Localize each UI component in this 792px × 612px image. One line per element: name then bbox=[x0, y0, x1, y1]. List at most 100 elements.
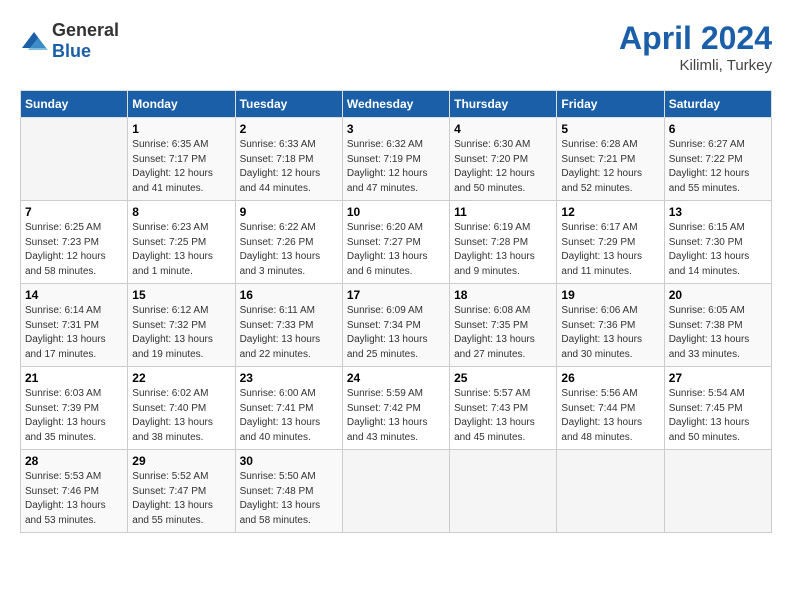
day-header-friday: Friday bbox=[557, 91, 664, 118]
calendar-cell bbox=[557, 450, 664, 533]
calendar-cell: 6 Sunrise: 6:27 AMSunset: 7:22 PMDayligh… bbox=[664, 118, 771, 201]
calendar-cell: 28 Sunrise: 5:53 AMSunset: 7:46 PMDaylig… bbox=[21, 450, 128, 533]
calendar-cell: 26 Sunrise: 5:56 AMSunset: 7:44 PMDaylig… bbox=[557, 367, 664, 450]
calendar-cell: 3 Sunrise: 6:32 AMSunset: 7:19 PMDayligh… bbox=[342, 118, 449, 201]
day-number: 1 bbox=[132, 122, 230, 136]
day-number: 21 bbox=[25, 371, 123, 385]
calendar-week-row: 7 Sunrise: 6:25 AMSunset: 7:23 PMDayligh… bbox=[21, 201, 772, 284]
day-detail: Sunrise: 6:30 AMSunset: 7:20 PMDaylight:… bbox=[454, 138, 552, 196]
calendar-cell: 1 Sunrise: 6:35 AMSunset: 7:17 PMDayligh… bbox=[128, 118, 235, 201]
location: Kilimli, Turkey bbox=[619, 57, 772, 74]
calendar-cell bbox=[21, 118, 128, 201]
day-header-saturday: Saturday bbox=[664, 91, 771, 118]
logo: General Blue bbox=[20, 20, 119, 62]
day-detail: Sunrise: 6:14 AMSunset: 7:31 PMDaylight:… bbox=[25, 304, 123, 362]
day-header-sunday: Sunday bbox=[21, 91, 128, 118]
day-number: 17 bbox=[347, 288, 445, 302]
day-detail: Sunrise: 6:11 AMSunset: 7:33 PMDaylight:… bbox=[240, 304, 338, 362]
day-header-wednesday: Wednesday bbox=[342, 91, 449, 118]
day-detail: Sunrise: 6:15 AMSunset: 7:30 PMDaylight:… bbox=[669, 221, 767, 279]
logo-icon bbox=[20, 30, 48, 52]
calendar-cell: 19 Sunrise: 6:06 AMSunset: 7:36 PMDaylig… bbox=[557, 284, 664, 367]
day-detail: Sunrise: 5:53 AMSunset: 7:46 PMDaylight:… bbox=[25, 470, 123, 528]
month-year: April 2024 bbox=[619, 20, 772, 57]
day-detail: Sunrise: 6:35 AMSunset: 7:17 PMDaylight:… bbox=[132, 138, 230, 196]
calendar-week-row: 21 Sunrise: 6:03 AMSunset: 7:39 PMDaylig… bbox=[21, 367, 772, 450]
calendar-table: SundayMondayTuesdayWednesdayThursdayFrid… bbox=[20, 90, 772, 533]
day-detail: Sunrise: 5:52 AMSunset: 7:47 PMDaylight:… bbox=[132, 470, 230, 528]
day-number: 7 bbox=[25, 205, 123, 219]
day-detail: Sunrise: 5:57 AMSunset: 7:43 PMDaylight:… bbox=[454, 387, 552, 445]
calendar-cell: 29 Sunrise: 5:52 AMSunset: 7:47 PMDaylig… bbox=[128, 450, 235, 533]
day-detail: Sunrise: 6:09 AMSunset: 7:34 PMDaylight:… bbox=[347, 304, 445, 362]
day-header-thursday: Thursday bbox=[450, 91, 557, 118]
day-detail: Sunrise: 6:20 AMSunset: 7:27 PMDaylight:… bbox=[347, 221, 445, 279]
day-detail: Sunrise: 6:17 AMSunset: 7:29 PMDaylight:… bbox=[561, 221, 659, 279]
day-detail: Sunrise: 5:56 AMSunset: 7:44 PMDaylight:… bbox=[561, 387, 659, 445]
day-number: 11 bbox=[454, 205, 552, 219]
calendar-cell: 10 Sunrise: 6:20 AMSunset: 7:27 PMDaylig… bbox=[342, 201, 449, 284]
day-detail: Sunrise: 6:03 AMSunset: 7:39 PMDaylight:… bbox=[25, 387, 123, 445]
day-detail: Sunrise: 6:32 AMSunset: 7:19 PMDaylight:… bbox=[347, 138, 445, 196]
calendar-cell: 12 Sunrise: 6:17 AMSunset: 7:29 PMDaylig… bbox=[557, 201, 664, 284]
day-number: 2 bbox=[240, 122, 338, 136]
calendar-cell bbox=[664, 450, 771, 533]
calendar-cell: 18 Sunrise: 6:08 AMSunset: 7:35 PMDaylig… bbox=[450, 284, 557, 367]
day-number: 18 bbox=[454, 288, 552, 302]
calendar-header-row: SundayMondayTuesdayWednesdayThursdayFrid… bbox=[21, 91, 772, 118]
day-detail: Sunrise: 6:19 AMSunset: 7:28 PMDaylight:… bbox=[454, 221, 552, 279]
day-number: 3 bbox=[347, 122, 445, 136]
calendar-cell: 8 Sunrise: 6:23 AMSunset: 7:25 PMDayligh… bbox=[128, 201, 235, 284]
calendar-cell: 11 Sunrise: 6:19 AMSunset: 7:28 PMDaylig… bbox=[450, 201, 557, 284]
calendar-cell: 13 Sunrise: 6:15 AMSunset: 7:30 PMDaylig… bbox=[664, 201, 771, 284]
day-detail: Sunrise: 6:25 AMSunset: 7:23 PMDaylight:… bbox=[25, 221, 123, 279]
calendar-cell bbox=[342, 450, 449, 533]
day-number: 8 bbox=[132, 205, 230, 219]
day-detail: Sunrise: 6:28 AMSunset: 7:21 PMDaylight:… bbox=[561, 138, 659, 196]
logo-text: General Blue bbox=[52, 20, 119, 62]
calendar-cell: 17 Sunrise: 6:09 AMSunset: 7:34 PMDaylig… bbox=[342, 284, 449, 367]
calendar-cell: 25 Sunrise: 5:57 AMSunset: 7:43 PMDaylig… bbox=[450, 367, 557, 450]
day-detail: Sunrise: 6:05 AMSunset: 7:38 PMDaylight:… bbox=[669, 304, 767, 362]
day-number: 12 bbox=[561, 205, 659, 219]
day-detail: Sunrise: 6:27 AMSunset: 7:22 PMDaylight:… bbox=[669, 138, 767, 196]
day-number: 30 bbox=[240, 454, 338, 468]
calendar-cell bbox=[450, 450, 557, 533]
calendar-cell: 30 Sunrise: 5:50 AMSunset: 7:48 PMDaylig… bbox=[235, 450, 342, 533]
calendar-cell: 24 Sunrise: 5:59 AMSunset: 7:42 PMDaylig… bbox=[342, 367, 449, 450]
day-header-monday: Monday bbox=[128, 91, 235, 118]
calendar-week-row: 1 Sunrise: 6:35 AMSunset: 7:17 PMDayligh… bbox=[21, 118, 772, 201]
day-number: 4 bbox=[454, 122, 552, 136]
day-detail: Sunrise: 5:59 AMSunset: 7:42 PMDaylight:… bbox=[347, 387, 445, 445]
calendar-cell: 16 Sunrise: 6:11 AMSunset: 7:33 PMDaylig… bbox=[235, 284, 342, 367]
day-detail: Sunrise: 5:50 AMSunset: 7:48 PMDaylight:… bbox=[240, 470, 338, 528]
calendar-cell: 21 Sunrise: 6:03 AMSunset: 7:39 PMDaylig… bbox=[21, 367, 128, 450]
day-number: 14 bbox=[25, 288, 123, 302]
day-detail: Sunrise: 6:22 AMSunset: 7:26 PMDaylight:… bbox=[240, 221, 338, 279]
title-block: April 2024 Kilimli, Turkey bbox=[619, 20, 772, 74]
calendar-cell: 15 Sunrise: 6:12 AMSunset: 7:32 PMDaylig… bbox=[128, 284, 235, 367]
day-detail: Sunrise: 6:08 AMSunset: 7:35 PMDaylight:… bbox=[454, 304, 552, 362]
calendar-week-row: 14 Sunrise: 6:14 AMSunset: 7:31 PMDaylig… bbox=[21, 284, 772, 367]
calendar-cell: 20 Sunrise: 6:05 AMSunset: 7:38 PMDaylig… bbox=[664, 284, 771, 367]
day-number: 15 bbox=[132, 288, 230, 302]
day-detail: Sunrise: 6:33 AMSunset: 7:18 PMDaylight:… bbox=[240, 138, 338, 196]
day-number: 25 bbox=[454, 371, 552, 385]
day-number: 23 bbox=[240, 371, 338, 385]
logo-general: General bbox=[52, 20, 119, 40]
logo-blue: Blue bbox=[52, 41, 91, 61]
page-header: General Blue April 2024 Kilimli, Turkey bbox=[20, 20, 772, 74]
day-number: 5 bbox=[561, 122, 659, 136]
day-detail: Sunrise: 6:06 AMSunset: 7:36 PMDaylight:… bbox=[561, 304, 659, 362]
day-detail: Sunrise: 6:02 AMSunset: 7:40 PMDaylight:… bbox=[132, 387, 230, 445]
calendar-cell: 27 Sunrise: 5:54 AMSunset: 7:45 PMDaylig… bbox=[664, 367, 771, 450]
calendar-cell: 23 Sunrise: 6:00 AMSunset: 7:41 PMDaylig… bbox=[235, 367, 342, 450]
day-number: 26 bbox=[561, 371, 659, 385]
day-number: 28 bbox=[25, 454, 123, 468]
day-number: 27 bbox=[669, 371, 767, 385]
day-number: 10 bbox=[347, 205, 445, 219]
day-number: 22 bbox=[132, 371, 230, 385]
calendar-cell: 14 Sunrise: 6:14 AMSunset: 7:31 PMDaylig… bbox=[21, 284, 128, 367]
calendar-cell: 4 Sunrise: 6:30 AMSunset: 7:20 PMDayligh… bbox=[450, 118, 557, 201]
calendar-cell: 2 Sunrise: 6:33 AMSunset: 7:18 PMDayligh… bbox=[235, 118, 342, 201]
